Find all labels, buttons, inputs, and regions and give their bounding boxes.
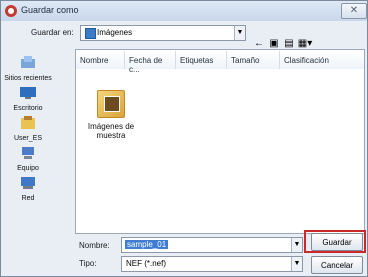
cancel-button[interactable]: Cancelar: [311, 256, 363, 274]
recent-places-icon: [21, 56, 35, 68]
sidebar-item-network[interactable]: Red: [3, 175, 53, 202]
user-folder-icon: [21, 116, 35, 129]
column-nombre[interactable]: Nombre: [76, 51, 125, 69]
file-type-value: NEF (*.nef): [126, 259, 167, 268]
save-in-label: Guardar en:: [31, 28, 74, 37]
file-type-select[interactable]: NEF (*.nef) ▼: [121, 256, 303, 272]
network-icon: [21, 177, 35, 189]
close-icon: ✕: [349, 5, 359, 16]
column-header: Fecha de c...: [129, 56, 163, 74]
sidebar-item-desktop[interactable]: Escritorio: [3, 85, 53, 112]
window-title: Guardar como: [21, 5, 79, 15]
chevron-down-icon: ▼: [291, 257, 302, 271]
view-menu-icon[interactable]: ▦▾: [298, 36, 312, 50]
new-folder-icon[interactable]: ▤: [282, 36, 296, 50]
column-tamano[interactable]: Tamaño: [227, 51, 280, 69]
close-button[interactable]: ✕: [341, 3, 367, 19]
sidebar-item-label: Equipo: [17, 165, 39, 172]
save-as-window: Guardar como ✕ Guardar en: Imágenes ▼ ← …: [0, 0, 368, 277]
type-label: Tipo:: [79, 259, 97, 268]
cancel-button-label: Cancelar: [320, 261, 353, 270]
column-header: Etiquetas: [180, 56, 214, 65]
location-value: Imágenes: [97, 28, 133, 37]
column-header: Nombre: [80, 56, 109, 65]
name-label: Nombre:: [79, 241, 110, 250]
save-button-highlight: [304, 230, 366, 253]
sidebar-item-recent[interactable]: Sitios recientes: [3, 55, 53, 82]
file-name-value: sample_01: [125, 240, 169, 249]
sidebar-item-label: User_ES: [13, 135, 42, 142]
sidebar-item-computer[interactable]: Equipo: [3, 145, 53, 172]
file-list[interactable]: Nombre Fecha de c... Etiquetas Tamaño Cl…: [75, 49, 365, 234]
column-etiquetas[interactable]: Etiquetas: [176, 51, 227, 69]
sidebar-item-label: Sitios recientes: [4, 75, 52, 82]
column-header: Clasificación: [284, 56, 329, 65]
folder-icon: [97, 90, 125, 118]
back-icon[interactable]: ←: [252, 36, 266, 50]
column-clasificacion[interactable]: Clasificación: [280, 51, 364, 69]
chevron-down-icon: ▼: [291, 238, 302, 252]
sidebar-item-label: Escritorio: [13, 105, 43, 112]
app-icon: [5, 5, 17, 17]
title-bar: Guardar como ✕: [1, 1, 367, 21]
sidebar-item-label: Red: [21, 195, 35, 202]
column-fecha[interactable]: Fecha de c...: [125, 51, 176, 74]
places-sidebar: Sitios recientes Escritorio User_ES Equi…: [3, 49, 53, 226]
sidebar-item-user[interactable]: User_ES: [3, 115, 53, 142]
chevron-down-icon: ▼: [234, 26, 245, 40]
file-name: Imágenes de muestra: [87, 122, 135, 140]
desktop-icon: [20, 87, 36, 99]
up-folder-icon[interactable]: ▣: [267, 36, 281, 50]
file-name-field[interactable]: sample_01 ▼: [121, 237, 303, 253]
computer-icon: [22, 147, 34, 159]
location-combo[interactable]: Imágenes ▼: [80, 25, 246, 41]
file-item[interactable]: Imágenes de muestra: [76, 90, 146, 140]
column-header: Tamaño: [231, 56, 260, 65]
folder-icon: [85, 28, 96, 39]
